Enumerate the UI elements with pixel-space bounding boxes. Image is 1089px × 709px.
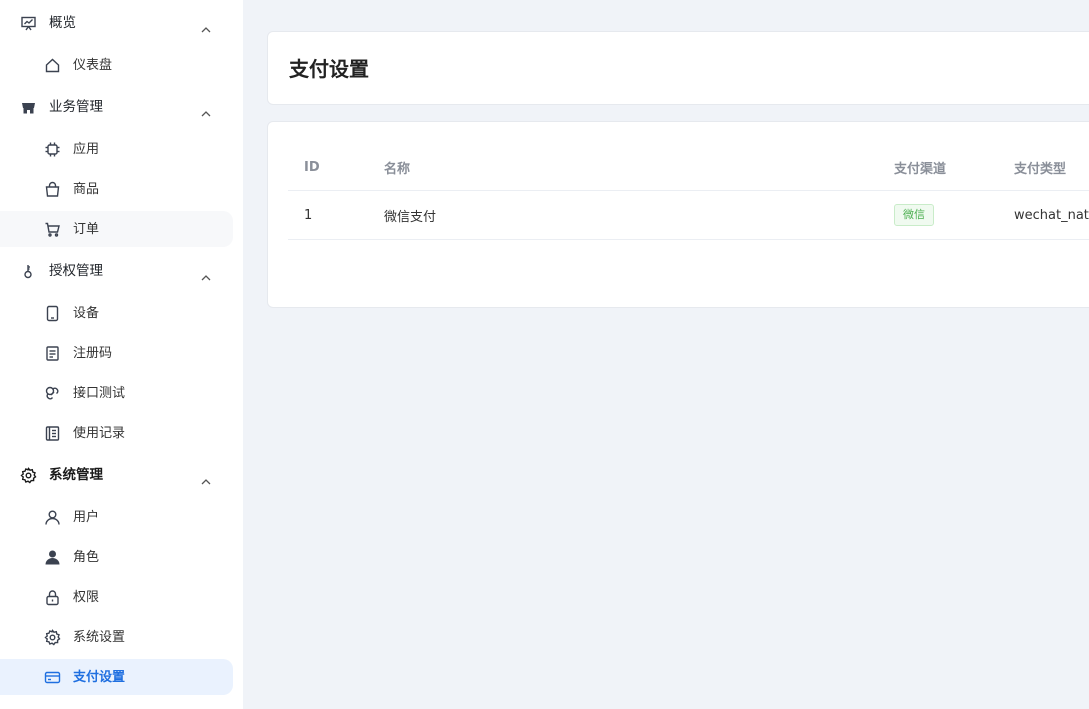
notebook-icon xyxy=(44,425,61,442)
chevron-up-icon xyxy=(200,19,212,33)
sidebar-item-label: 商品 xyxy=(73,182,100,197)
store-icon xyxy=(20,99,37,116)
page-title: 支付设置 xyxy=(289,57,369,81)
sidebar-item-products[interactable]: 商品 xyxy=(0,171,233,207)
payment-table-card: ID 名称 支付渠道 支付类型 1 微信支付 微信 wechat_native xyxy=(267,121,1089,308)
link-icon xyxy=(44,385,61,402)
page-header-card: 支付设置 xyxy=(267,31,1089,105)
sidebar-item-label: 使用记录 xyxy=(73,426,126,441)
sidebar-item-label: 支付设置 xyxy=(73,670,126,685)
sidebar-group-label: 系统管理 xyxy=(49,467,103,483)
sidebar-item-orders[interactable]: 订单 xyxy=(0,211,233,247)
sidebar-item-apps[interactable]: 应用 xyxy=(0,131,233,167)
column-header-channel[interactable]: 支付渠道 xyxy=(894,144,946,190)
cell-type: wechat_native xyxy=(1014,207,1089,223)
sidebar-group-label: 概览 xyxy=(49,15,76,31)
lock-icon xyxy=(44,589,61,606)
sidebar-item-label: 系统设置 xyxy=(73,630,126,645)
sidebar-item-label: 用户 xyxy=(73,510,100,525)
sidebar-group-label: 业务管理 xyxy=(49,99,103,115)
sidebar-group-auth[interactable]: 授权管理 xyxy=(0,253,233,289)
sidebar-item-system-settings[interactable]: 系统设置 xyxy=(0,619,233,655)
cart-icon xyxy=(44,221,61,238)
sidebar-item-label: 应用 xyxy=(73,142,100,157)
sidebar-item-api-test[interactable]: 接口测试 xyxy=(0,375,233,411)
app: 概览 仪表盘 业务管理 应用 商品 订单 授权管理 设备 注册码 接口测试 使用… xyxy=(0,0,1089,709)
sidebar-item-label: 设备 xyxy=(73,306,100,321)
sidebar-item-roles[interactable]: 角色 xyxy=(0,539,233,575)
column-header-type[interactable]: 支付类型 xyxy=(1014,144,1066,190)
gear-icon xyxy=(44,629,61,646)
user-outline-icon xyxy=(44,509,61,526)
cell-id: 1 xyxy=(304,207,313,223)
sidebar-item-label: 权限 xyxy=(73,590,100,605)
sidebar-item-permissions[interactable]: 权限 xyxy=(0,579,233,615)
document-icon xyxy=(44,345,61,362)
shopping-bag-icon xyxy=(44,181,61,198)
column-header-id[interactable]: ID xyxy=(304,144,320,190)
sidebar-item-payment-settings[interactable]: 支付设置 xyxy=(0,659,233,695)
sidebar-group-overview[interactable]: 概览 xyxy=(0,5,233,41)
sidebar-item-users[interactable]: 用户 xyxy=(0,499,233,535)
channel-badge: 微信 xyxy=(894,204,934,226)
cell-name: 微信支付 xyxy=(384,209,437,225)
chip-icon xyxy=(44,141,61,158)
sidebar-item-devices[interactable]: 设备 xyxy=(0,295,233,331)
sidebar-group-system[interactable]: 系统管理 xyxy=(0,457,233,493)
sidebar-item-dashboard[interactable]: 仪表盘 xyxy=(0,47,233,83)
sidebar-item-label: 角色 xyxy=(73,550,100,565)
user-solid-icon xyxy=(44,549,61,566)
presentation-chart-icon xyxy=(20,15,37,32)
sidebar-item-usage-log[interactable]: 使用记录 xyxy=(0,415,233,451)
sidebar-item-label: 订单 xyxy=(73,222,100,237)
tablet-icon xyxy=(44,305,61,322)
sidebar-item-label: 注册码 xyxy=(73,346,113,361)
key-icon xyxy=(20,263,37,280)
home-icon xyxy=(44,57,61,74)
sidebar-group-business[interactable]: 业务管理 xyxy=(0,89,233,125)
sidebar-item-reg-codes[interactable]: 注册码 xyxy=(0,335,233,371)
sidebar-item-label: 接口测试 xyxy=(73,386,126,401)
table-row[interactable]: 1 微信支付 微信 wechat_native xyxy=(288,191,1089,240)
credit-card-icon xyxy=(44,669,61,686)
sidebar-group-label: 授权管理 xyxy=(49,263,103,279)
gear-icon xyxy=(20,467,37,484)
column-header-name[interactable]: 名称 xyxy=(384,144,410,190)
table-header-row: ID 名称 支付渠道 支付类型 xyxy=(288,144,1089,191)
chevron-up-icon xyxy=(200,267,212,281)
sidebar-item-label: 仪表盘 xyxy=(73,58,113,73)
sidebar: 概览 仪表盘 业务管理 应用 商品 订单 授权管理 设备 注册码 接口测试 使用… xyxy=(0,0,243,709)
chevron-up-icon xyxy=(200,103,212,117)
chevron-up-icon xyxy=(200,471,212,485)
cell-channel: 微信 xyxy=(894,191,934,239)
